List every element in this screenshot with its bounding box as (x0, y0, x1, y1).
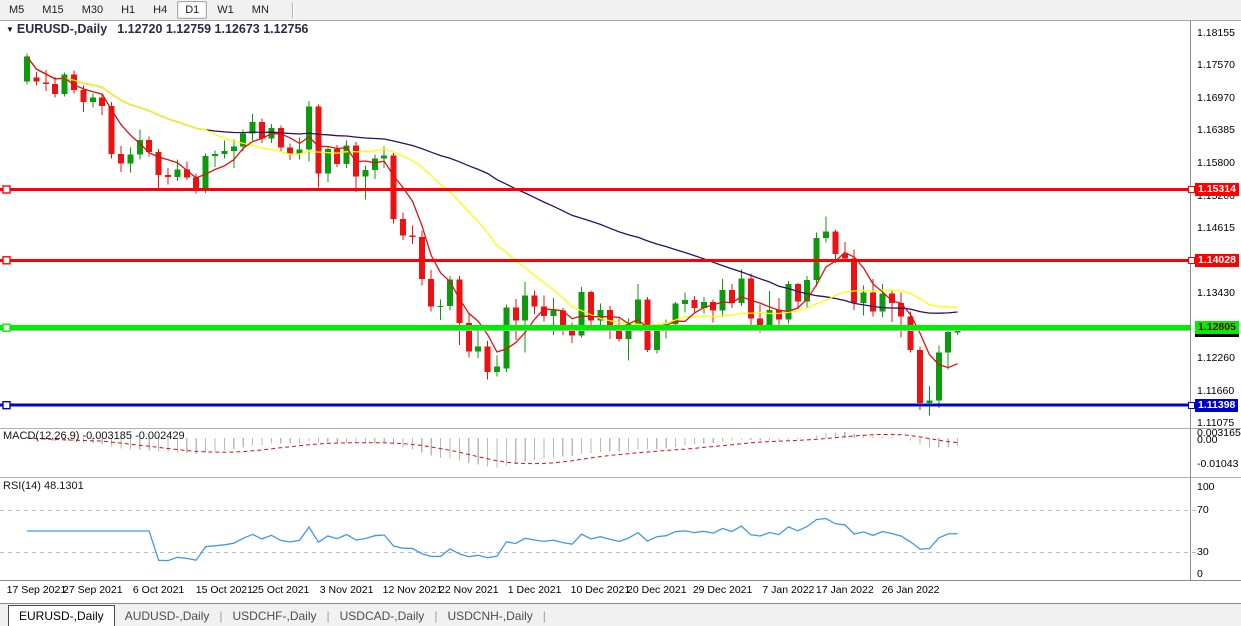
hline-1.14028[interactable] (0, 257, 1190, 264)
macd-label: MACD(12,26,9) -0.003185 -0.002429 (3, 430, 185, 442)
chart-tabs-bar: EURUSD-,DailyAUDUSD-,Daily | USDCHF-,Daily… (0, 603, 1241, 626)
fast-ma-line (27, 56, 958, 367)
chart-tab-usdchf[interactable]: USDCHF-,Daily (223, 606, 327, 626)
timeframe-button-w1[interactable]: W1 (209, 1, 242, 19)
hline-1.11398[interactable] (0, 402, 1190, 409)
collapse-triangle-icon[interactable]: ▼ (6, 25, 14, 34)
timeframe-button-m5[interactable]: M5 (1, 1, 32, 19)
timeframe-button-m30[interactable]: M30 (74, 1, 111, 19)
symbol-label: EURUSD-,Daily (17, 22, 107, 36)
hline-1.15314[interactable] (0, 186, 1190, 193)
timeframe-toolbar: M5M15M30H1H4D1W1MN (0, 0, 1241, 21)
hline-1.12805[interactable] (0, 324, 1190, 331)
tab-separator: | (543, 609, 546, 626)
mt4-window: ▼EURUSD-,Daily1.12720 1.12759 1.12673 1.… (0, 0, 1241, 626)
chart-canvas[interactable] (0, 0, 1241, 603)
rsi-levels (0, 511, 1196, 553)
toolbar-separator (292, 2, 294, 18)
chart-area[interactable]: ▼EURUSD-,Daily 1.12720 1.12759 1.12673 1.… (0, 0, 1241, 603)
chart-title: ▼EURUSD-,Daily 1.12720 1.12759 1.12673 1.… (6, 22, 308, 36)
timeframe-button-h4[interactable]: H4 (145, 1, 175, 19)
chart-tab-usdcad[interactable]: USDCAD-,Daily (330, 606, 435, 626)
rsi-label: RSI(14) 48.1301 (3, 480, 84, 492)
chart-tab-audusd[interactable]: AUDUSD-,Daily (115, 606, 220, 626)
candles-layer (24, 54, 961, 416)
medium-ma-line (27, 56, 958, 325)
chart-tab-usdcnh[interactable]: USDCNH-,Daily (437, 606, 542, 626)
timeframe-button-h1[interactable]: H1 (113, 1, 143, 19)
chart-tab-eurusd[interactable]: EURUSD-,Daily (8, 605, 115, 626)
ohlc-quote: 1.12720 1.12759 1.12673 1.12756 (117, 22, 308, 36)
timeframe-button-mn[interactable]: MN (244, 1, 277, 19)
rsi-line (27, 519, 958, 561)
timeframe-button-m15[interactable]: M15 (34, 1, 71, 19)
timeframe-button-d1[interactable]: D1 (177, 1, 207, 19)
